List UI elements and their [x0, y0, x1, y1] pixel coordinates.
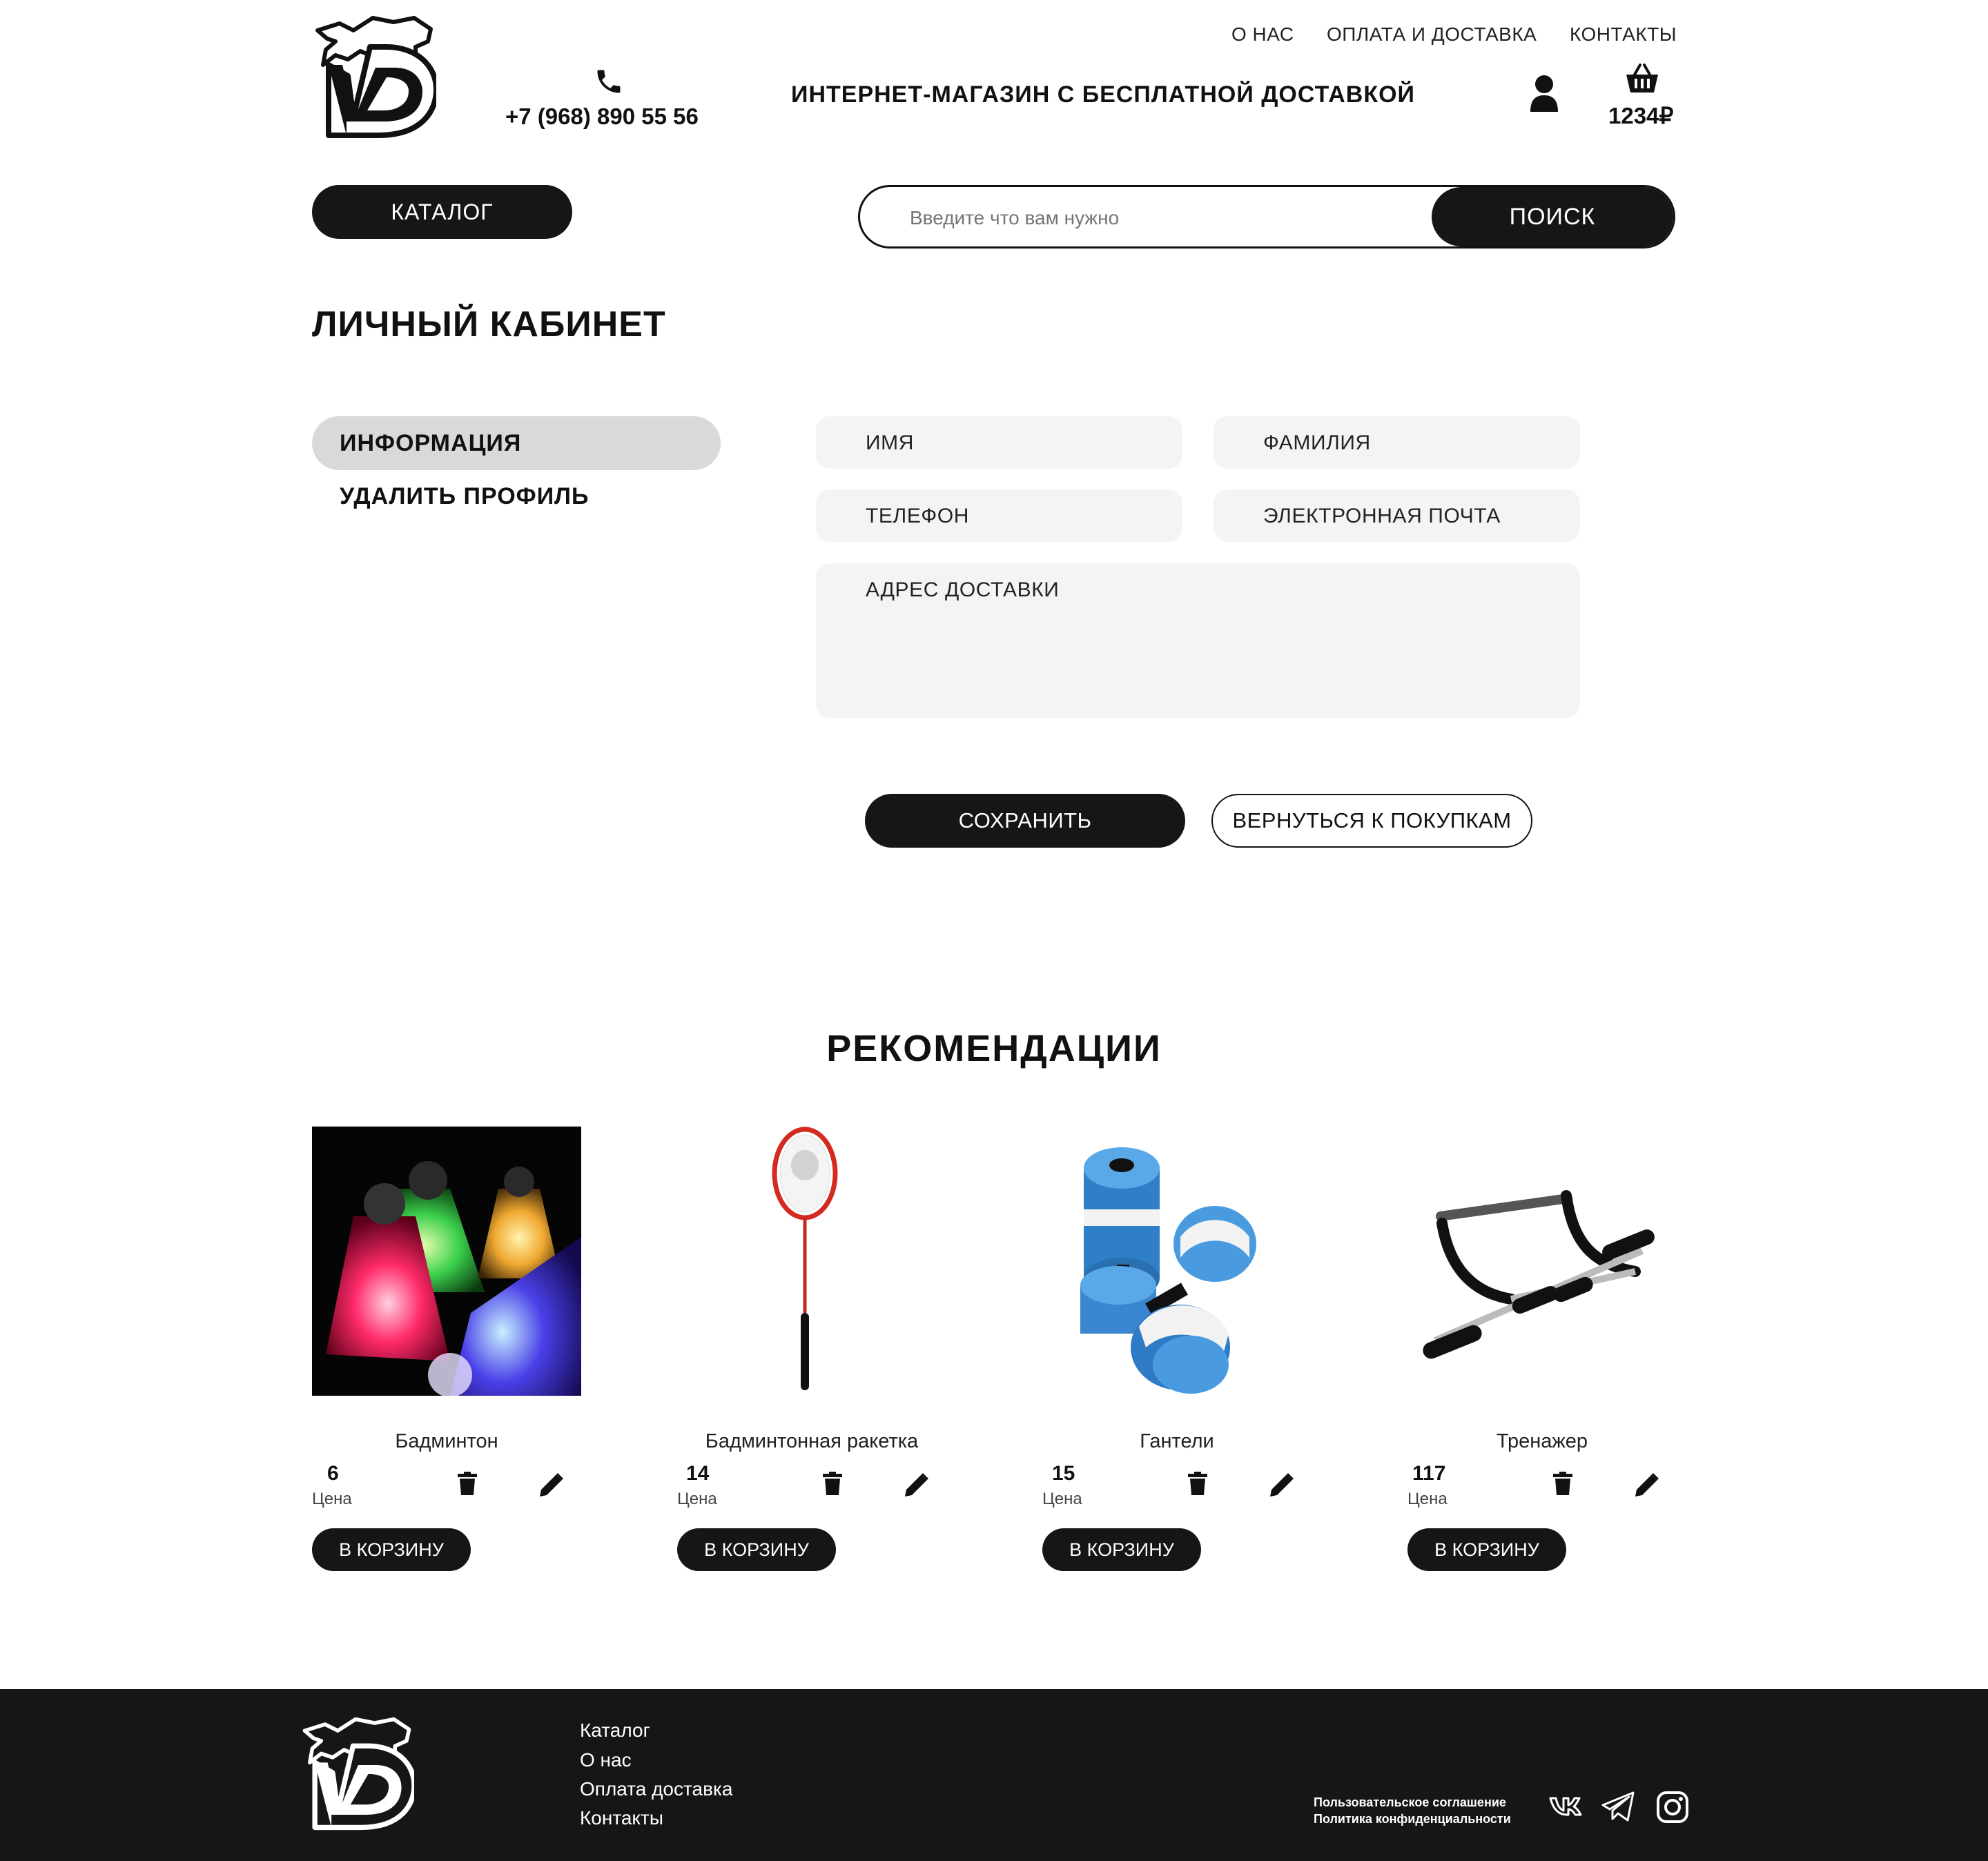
- product-image-racket[interactable]: [677, 1127, 946, 1396]
- nav-payment-delivery[interactable]: ОПЛАТА И ДОСТАВКА: [1327, 23, 1537, 46]
- trash-icon[interactable]: [823, 1472, 842, 1495]
- product-image-badminton[interactable]: [312, 1127, 581, 1396]
- address-placeholder: АДРЕС ДОСТАВКИ: [866, 578, 1060, 601]
- pencil-icon[interactable]: [540, 1473, 563, 1497]
- footer-privacy-policy-link[interactable]: Политика конфиденциальности: [1314, 1812, 1511, 1826]
- trash-icon[interactable]: [1553, 1472, 1572, 1495]
- user-icon[interactable]: [1529, 75, 1559, 112]
- product-image-dumbbells[interactable]: [1042, 1127, 1312, 1396]
- footer-link-contacts[interactable]: Контакты: [580, 1807, 663, 1829]
- footer-user-agreement-link[interactable]: Пользовательское соглашение: [1314, 1795, 1506, 1810]
- add-to-cart-button[interactable]: В КОРЗИНУ: [677, 1528, 836, 1571]
- product-title[interactable]: Бадминтон: [312, 1430, 581, 1453]
- nav-contacts[interactable]: КОНТАКТЫ: [1570, 23, 1677, 46]
- email-field[interactable]: ЭЛЕКТРОННАЯ ПОЧТА: [1214, 489, 1580, 542]
- telegram-icon[interactable]: [1601, 1791, 1635, 1822]
- footer-link-payment-delivery[interactable]: Оплата доставка: [580, 1778, 732, 1800]
- sidebar-item-information[interactable]: ИНФОРМАЦИЯ: [312, 416, 721, 470]
- instagram-icon[interactable]: [1657, 1791, 1688, 1823]
- last-name-field[interactable]: ФАМИЛИЯ: [1214, 416, 1580, 469]
- add-to-cart-button[interactable]: В КОРЗИНУ: [1407, 1528, 1566, 1571]
- add-to-cart-button[interactable]: В КОРЗИНУ: [1042, 1528, 1201, 1571]
- email-placeholder: ЭЛЕКТРОННАЯ ПОЧТА: [1263, 505, 1501, 527]
- header-tagline: ИНТЕРНЕТ-МАГАЗИН С БЕСПЛАТНОЙ ДОСТАВКОЙ: [791, 81, 1415, 108]
- pencil-icon[interactable]: [905, 1473, 928, 1497]
- first-name-field[interactable]: ИМЯ: [816, 416, 1182, 469]
- price-label: Цена: [312, 1490, 352, 1508]
- site-logo[interactable]: [312, 14, 439, 139]
- pencil-icon[interactable]: [1635, 1473, 1659, 1497]
- product-price: 14: [686, 1462, 710, 1485]
- footer-logo[interactable]: [300, 1715, 417, 1831]
- address-field[interactable]: АДРЕС ДОСТАВКИ: [816, 563, 1580, 718]
- product-price: 6: [327, 1462, 339, 1485]
- product-price: 15: [1052, 1462, 1075, 1485]
- phone-icon[interactable]: [594, 66, 624, 97]
- basket-icon[interactable]: [1625, 64, 1659, 94]
- pencil-icon[interactable]: [1270, 1473, 1294, 1497]
- trash-icon[interactable]: [1188, 1472, 1207, 1495]
- nav-about[interactable]: О НАС: [1231, 23, 1294, 46]
- cart-total[interactable]: 1234₽: [1608, 102, 1673, 129]
- product-title[interactable]: Гантели: [1042, 1430, 1312, 1453]
- recommendations-title: РЕКОМЕНДАЦИИ: [826, 1028, 1162, 1069]
- price-label: Цена: [677, 1490, 717, 1508]
- phone-placeholder: ТЕЛЕФОН: [866, 505, 970, 527]
- first-name-placeholder: ИМЯ: [866, 431, 915, 454]
- add-to-cart-button[interactable]: В КОРЗИНУ: [312, 1528, 471, 1571]
- footer: Каталог О нас Оплата доставка Контакты П…: [0, 1689, 1988, 1861]
- back-to-shopping-button[interactable]: ВЕРНУТЬСЯ К ПОКУПКАМ: [1211, 794, 1532, 848]
- product-title[interactable]: Бадминтонная ракетка: [677, 1430, 946, 1453]
- footer-link-about[interactable]: О нас: [580, 1749, 632, 1771]
- save-button[interactable]: СОХРАНИТЬ: [865, 794, 1185, 848]
- last-name-placeholder: ФАМИЛИЯ: [1263, 431, 1371, 454]
- header-phone-number[interactable]: +7 (968) 890 55 56: [505, 104, 699, 130]
- price-label: Цена: [1042, 1490, 1082, 1508]
- search-bar: ПОИСК: [858, 185, 1675, 249]
- sidebar-item-label: ИНФОРМАЦИЯ: [340, 430, 522, 456]
- catalog-button[interactable]: КАТАЛОГ: [312, 185, 572, 239]
- search-button[interactable]: ПОИСК: [1432, 187, 1673, 246]
- trash-icon[interactable]: [458, 1472, 477, 1495]
- price-label: Цена: [1407, 1490, 1448, 1508]
- footer-link-catalog[interactable]: Каталог: [580, 1719, 650, 1742]
- product-price: 117: [1412, 1462, 1446, 1485]
- page-title: ЛИЧНЫЙ КАБИНЕТ: [312, 304, 666, 344]
- product-title[interactable]: Тренажер: [1407, 1430, 1677, 1453]
- vk-icon[interactable]: [1549, 1794, 1582, 1818]
- search-input[interactable]: [908, 204, 1394, 233]
- phone-field[interactable]: ТЕЛЕФОН: [816, 489, 1182, 542]
- product-image-trainer[interactable]: [1407, 1127, 1677, 1396]
- sidebar-item-delete-profile[interactable]: УДАЛИТЬ ПРОФИЛЬ: [340, 483, 589, 510]
